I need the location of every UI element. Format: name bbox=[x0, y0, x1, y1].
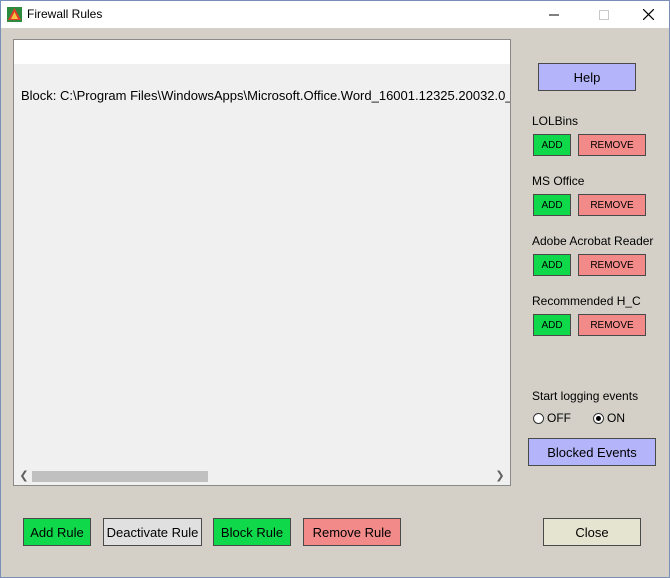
recommended-hc-remove-button[interactable]: REMOVE bbox=[578, 314, 646, 336]
scrollbar-thumb[interactable] bbox=[32, 471, 208, 482]
firewall-rules-window: Firewall Rules Block: C:\Program Files\W… bbox=[0, 0, 670, 578]
adobe-reader-label: Adobe Acrobat Reader bbox=[532, 234, 654, 248]
window-title: Firewall Rules bbox=[27, 7, 103, 21]
lolbins-label: LOLBins bbox=[532, 114, 579, 128]
logging-on-label: ON bbox=[607, 411, 625, 425]
scroll-right-icon[interactable]: ❯ bbox=[492, 469, 508, 484]
app-icon bbox=[7, 7, 22, 22]
ms-office-add-button[interactable]: ADD bbox=[533, 194, 571, 216]
deactivate-rule-button[interactable]: Deactivate Rule bbox=[103, 518, 202, 546]
close-button[interactable]: Close bbox=[543, 518, 641, 546]
recommended-hc-label: Recommended H_C bbox=[532, 294, 641, 308]
logging-off-radio[interactable]: OFF bbox=[533, 411, 571, 425]
add-rule-button[interactable]: Add Rule bbox=[23, 518, 91, 546]
blocked-events-button[interactable]: Blocked Events bbox=[528, 438, 656, 466]
lolbins-add-button[interactable]: ADD bbox=[533, 134, 571, 156]
block-rule-button[interactable]: Block Rule bbox=[213, 518, 291, 546]
list-item[interactable]: Block: C:\Program Files\WindowsApps\Micr… bbox=[21, 88, 510, 104]
horizontal-scrollbar[interactable]: ❮ ❯ bbox=[14, 468, 510, 485]
minimize-button[interactable] bbox=[531, 1, 577, 28]
logging-label: Start logging events bbox=[532, 389, 639, 403]
help-button[interactable]: Help bbox=[538, 63, 636, 91]
close-icon bbox=[642, 9, 654, 20]
minimize-icon bbox=[549, 14, 559, 15]
lolbins-remove-button[interactable]: REMOVE bbox=[578, 134, 646, 156]
maximize-button[interactable] bbox=[581, 1, 627, 28]
close-window-button[interactable] bbox=[625, 1, 670, 28]
scroll-left-icon[interactable]: ❮ bbox=[16, 469, 32, 484]
ms-office-remove-button[interactable]: REMOVE bbox=[578, 194, 646, 216]
remove-rule-button[interactable]: Remove Rule bbox=[303, 518, 401, 546]
logging-on-radio[interactable]: ON bbox=[593, 411, 625, 425]
maximize-icon bbox=[599, 9, 609, 20]
title-bar[interactable]: Firewall Rules bbox=[1, 1, 669, 28]
adobe-reader-remove-button[interactable]: REMOVE bbox=[578, 254, 646, 276]
recommended-hc-add-button[interactable]: ADD bbox=[533, 314, 571, 336]
rules-list[interactable]: Block: C:\Program Files\WindowsApps\Micr… bbox=[13, 39, 511, 486]
ms-office-label: MS Office bbox=[532, 174, 585, 188]
radio-on-icon bbox=[593, 412, 604, 424]
radio-off-icon bbox=[533, 412, 544, 424]
logging-off-label: OFF bbox=[547, 411, 571, 425]
list-header bbox=[14, 40, 510, 64]
adobe-reader-add-button[interactable]: ADD bbox=[533, 254, 571, 276]
